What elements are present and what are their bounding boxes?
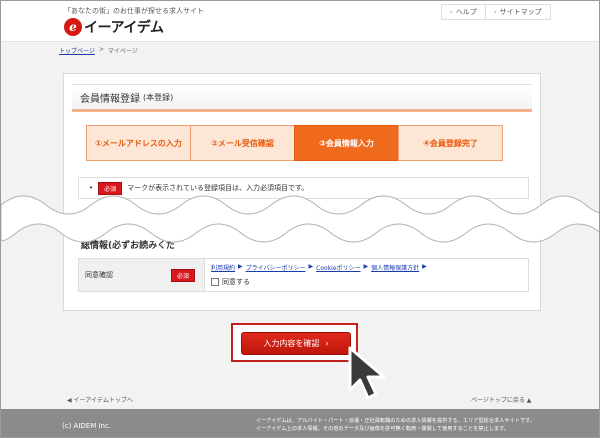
terms-link[interactable]: 利用規約 [211,263,235,272]
breadcrumb-home-link[interactable]: トップページ [59,46,95,55]
confirm-button-label: 入力内容を確認 [263,339,320,348]
chevron-right-icon: › [493,8,497,16]
link-separator: ▶ [308,263,314,270]
copyright: (c) AIDEM Inc. [62,422,112,430]
agree-checkbox-label: 同意する [222,278,250,286]
agree-checkbox-row[interactable]: 同意する [211,277,427,287]
page-title: 会員情報登録 [80,93,140,105]
chevron-right-icon: › [325,339,329,348]
breadcrumb: トップページ > マイページ [59,46,138,55]
form-title-bar: 会員情報登録 (本登録) [72,84,532,112]
step-complete: ④会員登録完了 [398,125,503,161]
breadcrumb-current: マイページ [107,48,138,55]
site-logo[interactable]: e イーアイデム [64,16,164,38]
header-nav: › ヘルプ › サイトマップ [441,4,551,20]
footer-description-line: イーアイデムは、アルバイト・パート・派遣・正社員転職のための求人情報を提供する、… [256,418,535,424]
step-email-input: ①メールアドレスの入力 [86,125,191,161]
back-to-top-page-link[interactable]: ◀ イーアイデムトップへ [67,395,133,404]
nav-sitemap-link[interactable]: › サイトマップ [484,5,550,19]
agree-checkbox[interactable] [211,278,219,286]
torn-page-divider [1,195,599,243]
link-separator: ▶ [363,263,369,270]
agreement-body: 利用規約 ▶ プライバシーポリシー ▶ Cookieポリシー ▶ 個人情報保護方… [205,259,433,291]
page-top-link[interactable]: ページトップに戻る ▲ [471,395,531,404]
logo-e-icon: e [64,18,82,36]
chevron-right-icon: › [450,8,453,16]
site-header: 「あなたの街」のお仕事が探せる求人サイト e イーアイデム › ヘルプ › サイトマ… [1,1,599,42]
footer-description: イーアイデムは、アルバイト・パート・派遣・正社員転職のための求人情報を提供する、… [256,417,591,433]
mouse-pointer-icon [348,346,386,400]
tagline: 「あなたの街」のお仕事が探せる求人サイト [64,7,204,15]
privacy-policy-link[interactable]: プライバシーポリシー [246,263,306,272]
confirm-input-button[interactable]: 入力内容を確認 › [241,332,351,355]
link-separator: ▶ [238,263,243,270]
nav-help-link[interactable]: › ヘルプ [442,5,485,19]
footer-description-line: イーアイデム上の求人情報、その他のデータ及び画像を許可無く転用・複製して使用する… [256,426,509,432]
agreement-links: 利用規約 ▶ プライバシーポリシー ▶ Cookieポリシー ▶ 個人情報保護方… [211,263,427,272]
agreement-label-cell: 同意確認 必須 [79,259,205,291]
step-member-info: ③会員情報入力 [294,125,399,161]
page-title-sub: (本登録) [143,92,174,102]
personal-info-policy-link[interactable]: 個人情報保護方針 [371,263,419,272]
required-badge: 必須 [170,268,195,282]
agreement-row: 同意確認 必須 利用規約 ▶ プライバシーポリシー ▶ Cookieポリシー ▶… [78,258,529,292]
link-separator: ▶ [422,263,427,270]
browser-frame: 「あなたの街」のお仕事が探せる求人サイト e イーアイデム › ヘルプ › サイトマ… [0,0,600,438]
progress-steps: ①メールアドレスの入力 ②メール受信確認 ③会員情報入力 ④会員登録完了 [86,125,503,161]
cookie-policy-link[interactable]: Cookieポリシー [316,263,360,272]
site-footer: (c) AIDEM Inc. イーアイデムは、アルバイト・パート・派遣・正社員転… [1,409,599,437]
logo-text: イーアイデム [84,20,164,36]
breadcrumb-separator: > [98,46,104,53]
agreement-label: 同意確認 [85,271,113,279]
step-email-confirm: ②メール受信確認 [190,125,295,161]
